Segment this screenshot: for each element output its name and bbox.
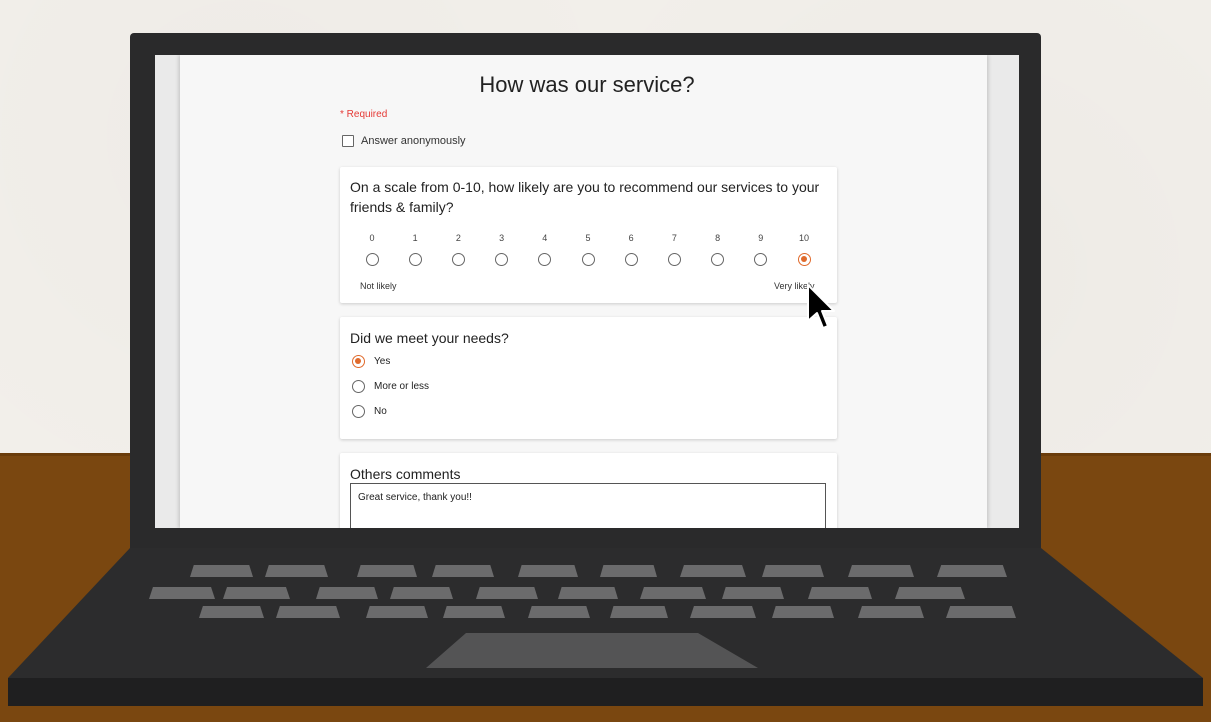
scale-option-2[interactable]: 2 xyxy=(443,233,473,271)
key xyxy=(762,565,824,577)
radio-button[interactable] xyxy=(365,253,379,266)
scale-option-5[interactable]: 5 xyxy=(573,233,603,271)
radio-button[interactable] xyxy=(451,253,465,266)
option-more-or-less[interactable]: More or less xyxy=(352,380,429,393)
scale-number: 1 xyxy=(412,233,418,243)
laptop-screen: How was our service? * Required Answer a… xyxy=(155,55,1019,528)
radio-button[interactable] xyxy=(581,253,595,266)
key xyxy=(316,587,378,599)
scale-number: 4 xyxy=(542,233,548,243)
scale-option-7[interactable]: 7 xyxy=(659,233,689,271)
key xyxy=(610,606,668,618)
comments-card: Others comments Great service, thank you… xyxy=(340,453,837,528)
radio-button[interactable] xyxy=(797,253,811,266)
scale-number: 0 xyxy=(369,233,375,243)
anonymous-label: Answer anonymously xyxy=(361,135,466,147)
key xyxy=(808,587,872,599)
scale-number: 7 xyxy=(671,233,677,243)
scale-number: 10 xyxy=(798,233,809,243)
scale-option-10[interactable]: 10 xyxy=(789,233,819,271)
comments-textarea[interactable]: Great service, thank you!! xyxy=(350,483,826,528)
question-text: Did we meet your needs? xyxy=(350,330,509,346)
anonymous-option[interactable]: Answer anonymously xyxy=(342,135,466,147)
option-label: No xyxy=(374,406,387,417)
key xyxy=(443,606,505,618)
scale-number: 2 xyxy=(455,233,461,243)
anonymous-checkbox[interactable] xyxy=(342,135,354,147)
key xyxy=(528,606,590,618)
radio-button[interactable] xyxy=(408,253,422,266)
key xyxy=(946,606,1016,618)
radio-button[interactable] xyxy=(495,253,509,266)
key xyxy=(937,565,1007,577)
key xyxy=(690,606,756,618)
scale-number: 6 xyxy=(628,233,634,243)
option-no[interactable]: No xyxy=(352,405,387,418)
scale-option-3[interactable]: 3 xyxy=(487,233,517,271)
scale-number: 9 xyxy=(758,233,764,243)
key xyxy=(190,565,253,577)
scale-option-4[interactable]: 4 xyxy=(530,233,560,271)
key xyxy=(600,565,657,577)
radio-button[interactable] xyxy=(352,355,365,368)
option-label: Yes xyxy=(374,356,391,367)
question-text: On a scale from 0-10, how likely are you… xyxy=(350,179,820,215)
radio-button[interactable] xyxy=(538,253,552,266)
option-label: More or less xyxy=(374,381,430,392)
key xyxy=(432,565,494,577)
rating-scale: 0 1 2 3 4 5 6 7 8 9 10 xyxy=(357,233,811,273)
key xyxy=(265,565,328,577)
key xyxy=(848,565,914,577)
key xyxy=(199,606,264,618)
scale-option-8[interactable]: 8 xyxy=(703,233,733,271)
scale-option-0[interactable]: 0 xyxy=(357,233,387,271)
key xyxy=(640,587,706,599)
radio-button[interactable] xyxy=(754,253,768,266)
radio-button[interactable] xyxy=(711,253,725,266)
key xyxy=(858,606,924,618)
key xyxy=(149,587,215,599)
key xyxy=(772,606,834,618)
scale-number: 8 xyxy=(715,233,721,243)
radio-button[interactable] xyxy=(352,405,365,418)
comments-label: Others comments xyxy=(350,466,461,482)
scale-number: 3 xyxy=(499,233,505,243)
scale-option-6[interactable]: 6 xyxy=(616,233,646,271)
key xyxy=(276,606,340,618)
key xyxy=(895,587,965,599)
radio-button[interactable] xyxy=(624,253,638,266)
scale-option-1[interactable]: 1 xyxy=(400,233,430,271)
question-card-recommend: On a scale from 0-10, how likely are you… xyxy=(340,167,837,303)
key xyxy=(476,587,538,599)
required-note: * Required xyxy=(340,109,388,120)
key xyxy=(357,565,417,577)
scale-low-label: Not likely xyxy=(360,281,397,291)
key xyxy=(518,565,578,577)
option-yes[interactable]: Yes xyxy=(352,355,390,368)
radio-button[interactable] xyxy=(352,380,365,393)
key xyxy=(722,587,784,599)
key xyxy=(366,606,428,618)
scale-number: 5 xyxy=(585,233,591,243)
mouse-pointer-icon xyxy=(806,283,836,338)
key xyxy=(558,587,618,599)
key xyxy=(223,587,290,599)
page-title: How was our service? xyxy=(479,72,695,97)
key xyxy=(390,587,453,599)
question-card-needs: Did we meet your needs? Yes More or less… xyxy=(340,317,837,439)
scale-option-9[interactable]: 9 xyxy=(746,233,776,271)
radio-button[interactable] xyxy=(667,253,681,266)
key xyxy=(680,565,746,577)
